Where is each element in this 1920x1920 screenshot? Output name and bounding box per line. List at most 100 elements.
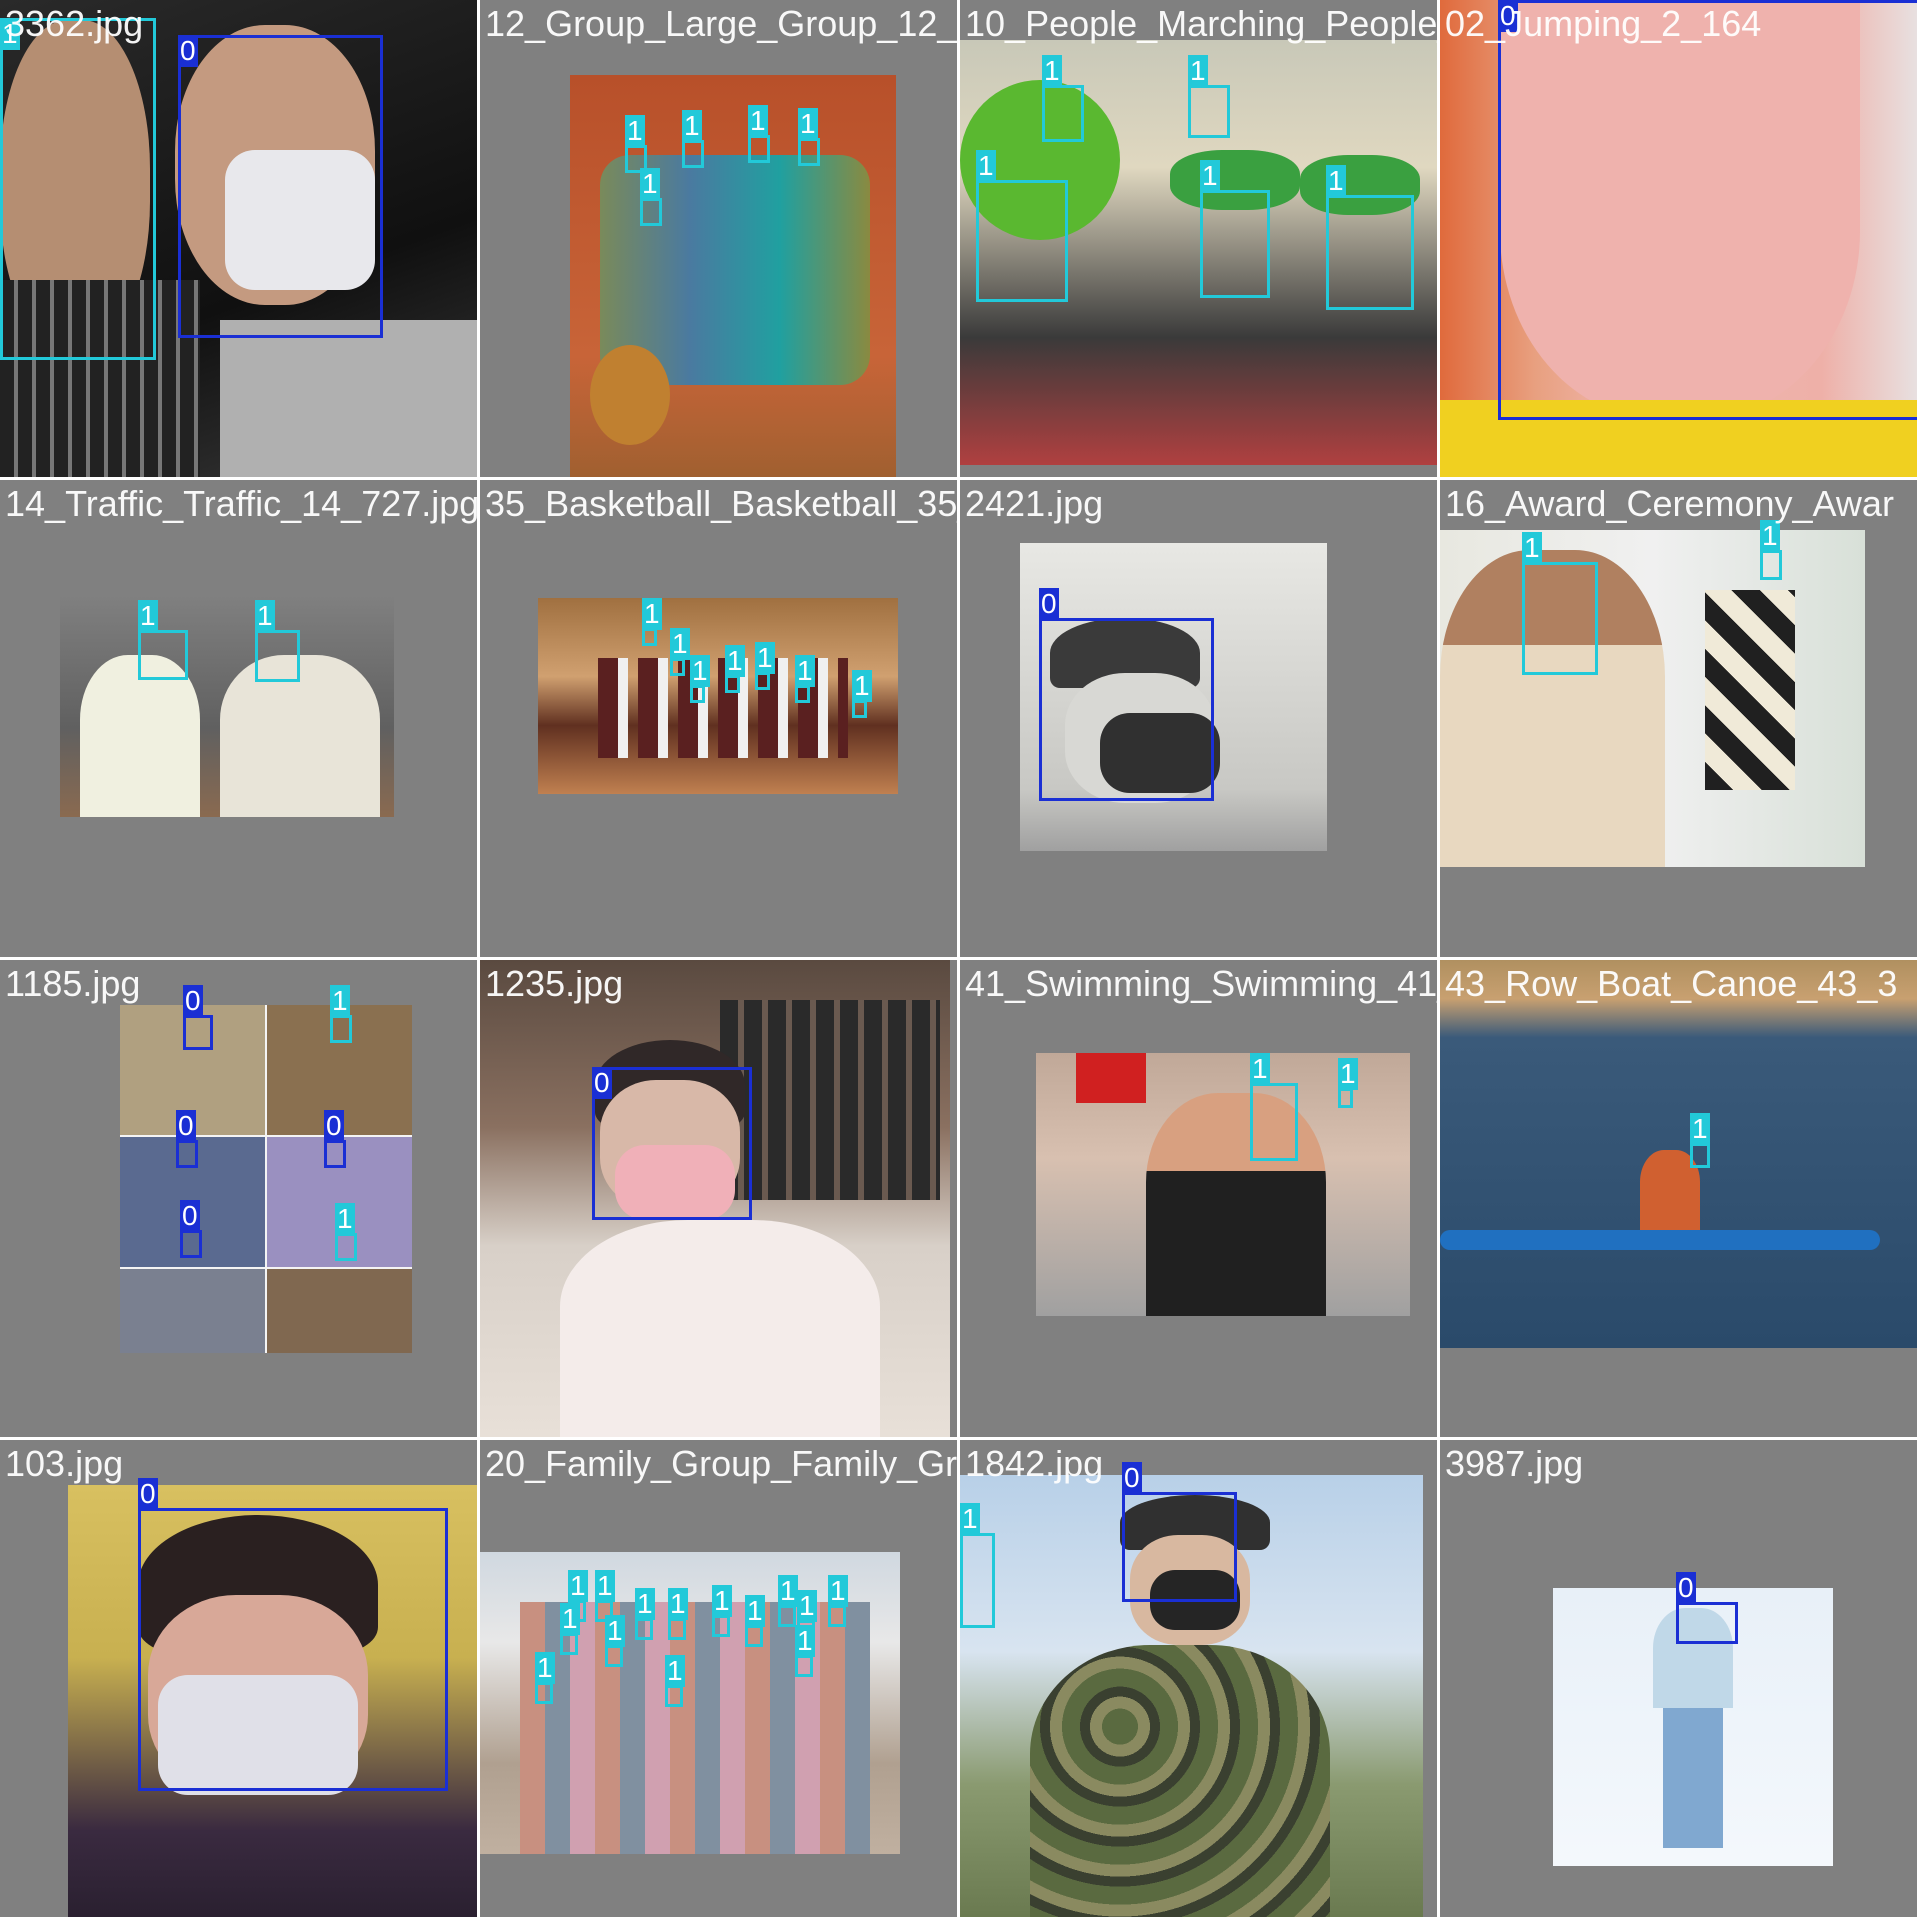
- box-label: 1: [668, 1588, 688, 1620]
- detection-box: 1: [795, 655, 815, 703]
- box-label: 1: [330, 985, 350, 1017]
- box-label: 1: [670, 628, 690, 660]
- detection-box: 1: [1760, 520, 1782, 580]
- detection-box: 0: [324, 1110, 346, 1168]
- white-shirt: [560, 1220, 880, 1437]
- box-label: 1: [640, 168, 660, 200]
- photo: [1440, 530, 1865, 867]
- box-label: 1: [725, 645, 745, 677]
- box-label: 0: [1676, 1572, 1696, 1604]
- detection-box: 0: [180, 1200, 202, 1258]
- detection-box: 1: [690, 655, 710, 703]
- image-filename: 41_Swimming_Swimming_41_376.jpg: [965, 963, 1437, 1004]
- kayak: [1440, 1230, 1880, 1250]
- tile-11: 1 43_Row_Boat_Canoe_43_3: [1440, 960, 1917, 1437]
- tile-8: 0 1 0 0 0 1 1185.jpg: [0, 960, 477, 1437]
- box-label: 1: [665, 1655, 685, 1687]
- detection-box: 1: [535, 1652, 555, 1704]
- person-right: [220, 655, 380, 817]
- box-label: 1: [595, 1570, 615, 1602]
- detection-box: 1: [748, 105, 770, 163]
- box-label: 1: [745, 1595, 765, 1627]
- detection-box: 1: [778, 1575, 798, 1627]
- detection-box: 0: [1122, 1462, 1237, 1602]
- jeans: [1663, 1708, 1723, 1848]
- detection-box: 1: [635, 1588, 655, 1640]
- box-label: 0: [138, 1478, 158, 1510]
- detection-box: 0: [1676, 1572, 1738, 1644]
- box-label: 1: [795, 655, 815, 687]
- box-label: 1: [642, 598, 662, 630]
- tile-10: 1 1 41_Swimming_Swimming_41_376.jpg: [960, 960, 1437, 1437]
- photo: [570, 75, 896, 477]
- image-filename: 1235.jpg: [485, 963, 624, 1004]
- box-label: 1: [605, 1615, 625, 1647]
- dress-stripes: [1705, 590, 1795, 790]
- detection-box: 1: [745, 1595, 765, 1647]
- image-filename: 02_Jumping_2_164: [1445, 3, 1762, 44]
- collage-cell: [120, 1269, 265, 1353]
- detection-box: 1: [335, 1203, 357, 1261]
- tile-0: 1 0 3362.jpg: [0, 0, 477, 477]
- box-label: 1: [1690, 1113, 1710, 1145]
- tile-15: 0 3987.jpg: [1440, 1440, 1917, 1917]
- box-label: 1: [1338, 1058, 1358, 1090]
- box-label: 1: [795, 1625, 815, 1657]
- detection-box: 1: [795, 1625, 815, 1677]
- image-filename: 103.jpg: [5, 1443, 124, 1484]
- box-label: 1: [1522, 532, 1542, 564]
- tile-6: 0 2421.jpg: [960, 480, 1437, 957]
- box-label: 1: [1250, 1053, 1270, 1085]
- box-label: 0: [592, 1067, 612, 1099]
- box-label: 1: [828, 1575, 848, 1607]
- box-label: 1: [625, 115, 645, 147]
- image-filename: 35_Basketball_Basketball_35_474.jpg: [485, 483, 957, 524]
- box-label: 1: [1326, 165, 1346, 197]
- tile-12: 0 103.jpg: [0, 1440, 477, 1917]
- box-label: 0: [324, 1110, 344, 1142]
- detection-box: 1: [828, 1575, 848, 1627]
- detection-box: 0: [178, 35, 383, 338]
- photo: [120, 1005, 412, 1353]
- box-label: 1: [560, 1603, 580, 1635]
- image-filename: 14_Traffic_Traffic_14_727.jpg: [5, 483, 477, 524]
- box-label: 1: [335, 1203, 355, 1235]
- tile-7: 1 1 16_Award_Ceremony_Awar: [1440, 480, 1917, 957]
- box-label: 0: [176, 1110, 196, 1142]
- detection-box: 0: [183, 985, 213, 1050]
- tile-5: 1 1 1 1 1 1 1 35_Basketball_Basketball_3…: [480, 480, 957, 957]
- box-label: 1: [535, 1652, 555, 1684]
- detection-box: 1: [560, 1603, 580, 1655]
- detection-box: 1: [1250, 1053, 1298, 1161]
- camo-jacket: [1030, 1645, 1330, 1917]
- box-label: 1: [1042, 55, 1062, 87]
- image-filename: 3362.jpg: [5, 3, 144, 44]
- box-label: 1: [635, 1588, 655, 1620]
- detection-box: 1: [668, 1588, 688, 1640]
- box-label: 0: [1039, 588, 1059, 620]
- image-filename: 1842.jpg: [965, 1443, 1104, 1484]
- tile-1: 1 1 1 1 1 12_Group_Large_Group_12_Group_…: [480, 0, 957, 477]
- detection-box: 0: [1039, 588, 1214, 801]
- box-label: 1: [976, 150, 996, 182]
- detection-box: 1: [640, 168, 662, 226]
- collage-cell: [267, 1269, 412, 1353]
- detection-box: 1: [255, 600, 300, 682]
- detection-box: 1: [1200, 160, 1270, 298]
- tile-14: 1 0 1842.jpg: [960, 1440, 1437, 1917]
- detection-box: 1: [605, 1615, 625, 1667]
- box-label: 1: [778, 1575, 798, 1607]
- detection-box: 1: [976, 150, 1068, 302]
- detection-box: 1: [1690, 1113, 1710, 1168]
- tile-2: 1 1 1 1 1 10_People_Marching_People_Marc…: [960, 0, 1437, 477]
- image-filename: 1185.jpg: [5, 963, 141, 1004]
- image-filename: 43_Row_Boat_Canoe_43_3: [1445, 963, 1898, 1004]
- detection-box: 1: [665, 1655, 685, 1707]
- box-label: 0: [1122, 1462, 1142, 1494]
- detection-box: 1: [0, 18, 156, 360]
- box-label: 1: [798, 108, 818, 140]
- image-filename: 12_Group_Large_Group_12_Group_Large_Grou…: [485, 3, 957, 44]
- detection-box: 1: [138, 600, 188, 680]
- box-label: 1: [748, 105, 768, 137]
- detection-box: 0: [1498, 0, 1917, 420]
